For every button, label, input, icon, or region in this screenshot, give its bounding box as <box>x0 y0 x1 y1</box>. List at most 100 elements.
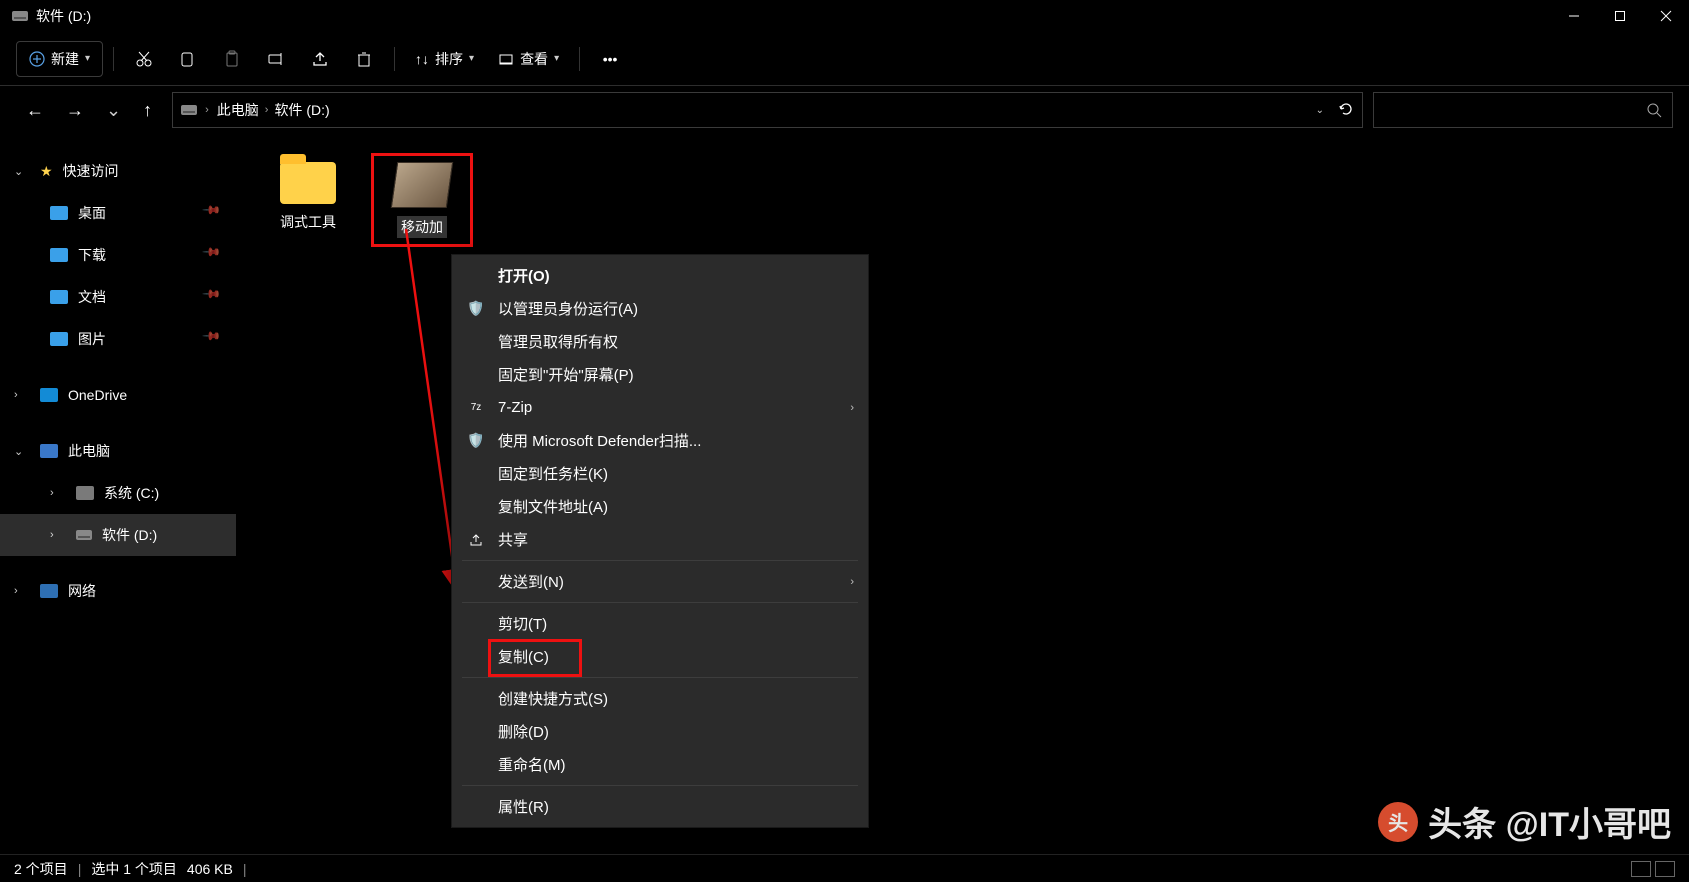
close-button[interactable] <box>1643 0 1689 32</box>
sidebar-item-pictures[interactable]: 图片 📌 <box>0 318 236 360</box>
ctx-delete[interactable]: 删除(D) <box>452 715 868 748</box>
chevron-right-icon: › <box>14 585 30 597</box>
share-icon <box>466 533 486 547</box>
status-size: 406 KB <box>187 861 233 877</box>
divider <box>394 47 395 71</box>
view-details-button[interactable] <box>1631 861 1651 877</box>
chevron-down-icon: ▾ <box>469 53 474 64</box>
chevron-right-icon: › <box>850 576 854 588</box>
window-title: 软件 (D:) <box>36 6 91 26</box>
new-button[interactable]: 新建 ▾ <box>16 41 103 77</box>
pin-icon: 📌 <box>201 284 227 310</box>
sidebar-item-desktop[interactable]: 桌面 📌 <box>0 192 236 234</box>
view-button[interactable]: 查看 ▾ <box>488 41 569 77</box>
sidebar-item-label: 图片 <box>78 329 106 349</box>
sidebar-item-network[interactable]: › 网络 <box>0 570 236 612</box>
chevron-right-icon: › <box>205 104 209 116</box>
sidebar-item-label: 系统 (C:) <box>104 483 159 503</box>
ctx-runadmin[interactable]: 🛡️以管理员身份运行(A) <box>452 292 868 325</box>
ctx-7zip[interactable]: 7z7-Zip› <box>452 391 868 424</box>
chevron-right-icon: › <box>265 104 269 116</box>
address-bar[interactable]: › 此电脑 › 软件 (D:) ⌄ <box>172 92 1363 128</box>
history-button[interactable]: ⌄ <box>106 100 121 121</box>
zip-icon: 7z <box>466 402 486 413</box>
chevron-down-icon: ▾ <box>554 53 559 64</box>
sidebar-item-label: 此电脑 <box>68 441 110 461</box>
ctx-open[interactable]: 打开(O) <box>452 259 868 292</box>
sidebar-item-system-c[interactable]: ›系统 (C:) <box>0 472 236 514</box>
pin-icon: 📌 <box>201 200 227 226</box>
ctx-pintaskbar[interactable]: 固定到任务栏(K) <box>452 457 868 490</box>
status-bar: 2 个项目 | 选中 1 个项目 406 KB | <box>0 854 1689 882</box>
address-dropdown[interactable]: ⌄ <box>1316 105 1324 116</box>
ctx-sendto[interactable]: 发送到(N)› <box>452 565 868 598</box>
breadcrumb-drive[interactable]: 软件 (D:) <box>274 100 329 120</box>
ctx-defender[interactable]: 🛡️使用 Microsoft Defender扫描... <box>452 424 868 457</box>
separator <box>462 785 858 786</box>
sidebar-item-label: 快速访问 <box>63 161 119 181</box>
status-selected: 选中 1 个项目 <box>91 859 177 879</box>
sidebar-item-label: 文档 <box>78 287 106 307</box>
folder-icon <box>50 332 68 346</box>
forward-button[interactable]: → <box>66 100 84 121</box>
refresh-button[interactable] <box>1338 101 1354 120</box>
sidebar-item-thispc[interactable]: ⌄ 此电脑 <box>0 430 236 472</box>
ctx-pinstart[interactable]: 固定到"开始"屏幕(P) <box>452 358 868 391</box>
plus-icon <box>29 51 45 67</box>
folder-icon <box>50 206 68 220</box>
separator <box>462 677 858 678</box>
ctx-cut[interactable]: 剪切(T) <box>452 607 868 640</box>
sidebar-item-onedrive[interactable]: › OneDrive <box>0 374 236 416</box>
context-menu: 打开(O) 🛡️以管理员身份运行(A) 管理员取得所有权 固定到"开始"屏幕(P… <box>451 254 869 828</box>
folder-icon <box>50 248 68 262</box>
sort-button[interactable]: ↑↓ 排序 ▾ <box>405 41 484 77</box>
ctx-share[interactable]: 共享 <box>452 523 868 556</box>
search-input[interactable] <box>1373 92 1673 128</box>
sidebar-item-label: OneDrive <box>68 387 127 403</box>
divider: | <box>243 861 247 877</box>
ctx-properties[interactable]: 属性(R) <box>452 790 868 823</box>
copy-button[interactable] <box>168 41 208 77</box>
shield-icon: 🛡️ <box>466 300 486 317</box>
view-icons-button[interactable] <box>1655 861 1675 877</box>
pin-icon: 📌 <box>201 326 227 352</box>
file-item[interactable]: 调式工具 <box>260 156 356 244</box>
more-button[interactable]: ••• <box>590 41 630 77</box>
network-icon <box>40 584 58 598</box>
sidebar: ⌄ ★ 快速访问 桌面 📌 下载 📌 文档 📌 图片 📌 › OneDrive … <box>0 134 236 854</box>
ctx-rename[interactable]: 重命名(M) <box>452 748 868 781</box>
drive-icon <box>181 105 197 115</box>
back-button[interactable]: ← <box>26 100 44 121</box>
maximize-button[interactable] <box>1597 0 1643 32</box>
share-button[interactable] <box>300 41 340 77</box>
breadcrumb-pc[interactable]: 此电脑 <box>217 100 259 120</box>
item-label: 调式工具 <box>280 212 336 232</box>
ctx-copypath[interactable]: 复制文件地址(A) <box>452 490 868 523</box>
ctx-shortcut[interactable]: 创建快捷方式(S) <box>452 682 868 715</box>
sidebar-item-label: 软件 (D:) <box>102 525 157 545</box>
toolbar: 新建 ▾ ↑↓ 排序 ▾ 查看 ▾ ••• <box>0 32 1689 86</box>
sidebar-item-quick-access[interactable]: ⌄ ★ 快速访问 <box>0 150 236 192</box>
paste-button[interactable] <box>212 41 252 77</box>
up-button[interactable]: ↑ <box>143 100 152 121</box>
ctx-adminown[interactable]: 管理员取得所有权 <box>452 325 868 358</box>
cut-button[interactable] <box>124 41 164 77</box>
minimize-button[interactable] <box>1551 0 1597 32</box>
rename-button[interactable] <box>256 41 296 77</box>
folder-icon <box>391 162 453 208</box>
sort-icon: ↑↓ <box>415 51 429 67</box>
chevron-right-icon: › <box>14 389 30 401</box>
ctx-copy[interactable]: 复制(C) <box>452 640 868 673</box>
nav-row: ← → ⌄ ↑ › 此电脑 › 软件 (D:) ⌄ <box>0 86 1689 134</box>
file-item-selected[interactable]: 移动加 <box>374 156 470 244</box>
pin-icon: 📌 <box>201 242 227 268</box>
item-label: 移动加 <box>397 216 447 238</box>
sidebar-item-documents[interactable]: 文档 📌 <box>0 276 236 318</box>
sidebar-item-label: 下载 <box>78 245 106 265</box>
sidebar-item-downloads[interactable]: 下载 📌 <box>0 234 236 276</box>
sidebar-item-software-d[interactable]: ›软件 (D:) <box>0 514 236 556</box>
shield-icon: 🛡️ <box>466 432 486 449</box>
sidebar-item-label: 网络 <box>68 581 96 601</box>
delete-button[interactable] <box>344 41 384 77</box>
star-icon: ★ <box>40 163 53 180</box>
